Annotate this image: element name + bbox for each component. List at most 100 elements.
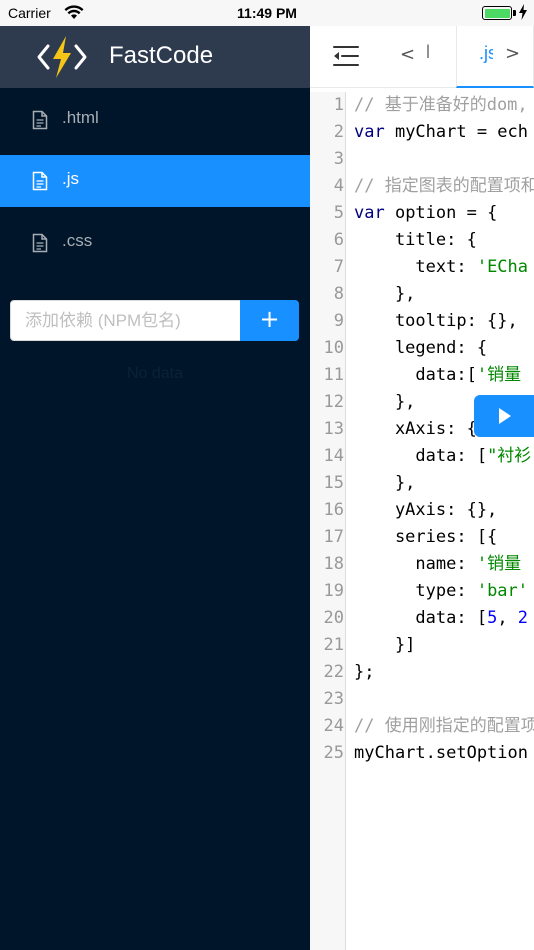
code-text: // 基于准备好的dom,	[354, 92, 528, 119]
code-text: data: ["衬衫	[354, 443, 531, 470]
code-line: 22};	[310, 659, 534, 686]
file-icon	[32, 110, 48, 130]
line-number: 18	[323, 554, 344, 574]
code-token: '销量	[476, 365, 522, 385]
code-line: 10 legend: {	[310, 335, 534, 362]
code-token: 'bar'	[476, 581, 529, 601]
code-token: name:	[354, 554, 477, 574]
code-token: legend: {	[354, 338, 488, 358]
code-token: var	[354, 122, 385, 142]
code-token: var	[354, 203, 385, 223]
code-line: 2 var myChart = ech	[310, 119, 534, 146]
code-line: 3	[310, 146, 534, 173]
file-item-js[interactable]: .js	[0, 155, 310, 207]
code-text: yAxis: {},	[354, 497, 497, 524]
code-text: xAxis: {	[354, 416, 477, 443]
tab-js-label: .js	[479, 43, 493, 63]
code-token: };	[354, 662, 375, 682]
tab-scroll-next-button[interactable]: >	[505, 43, 520, 64]
code-editor[interactable]: 1 // 基于准备好的dom, 2 var myChart = ech 3 4 // 指定图…	[310, 92, 534, 950]
code-text: type: 'bar'	[354, 578, 528, 605]
line-number: 21	[323, 635, 344, 655]
empty-state-text: No data	[126, 365, 184, 382]
code-token: '销量	[476, 554, 522, 574]
code-line: 1 // 基于准备好的dom,	[310, 92, 534, 119]
code-text: var myChart = ech	[354, 119, 528, 146]
code-token: "衬衫	[487, 446, 532, 466]
status-bar: Carrier 11:49 PM	[0, 0, 534, 26]
code-token: // 基于准备好的dom,	[354, 95, 528, 115]
code-line: 9 tooltip: {},	[310, 308, 534, 335]
battery-cap	[513, 10, 516, 16]
code-line: 25 myChart.setOption	[310, 740, 534, 767]
brand-header: FastCode	[0, 26, 310, 88]
code-text: },	[354, 470, 415, 497]
code-token: data:[	[354, 365, 477, 385]
code-token: data: [	[354, 446, 488, 466]
code-text: // 使用刚指定的配置项	[354, 713, 534, 740]
code-token: },	[354, 392, 416, 412]
line-number: 17	[323, 527, 344, 547]
code-line: 6 title: {	[310, 227, 534, 254]
line-number: 1	[333, 95, 344, 115]
code-line: 15 },	[310, 470, 534, 497]
code-token: 2	[517, 608, 529, 628]
code-line: 11 data:['销量	[310, 362, 534, 389]
code-token: type:	[354, 581, 477, 601]
code-text: legend: {	[354, 335, 487, 362]
line-number: 12	[323, 392, 344, 412]
tab-js[interactable]: .js >	[456, 26, 534, 88]
code-line: 14 data: ["衬衫	[310, 443, 534, 470]
code-token: option = {	[384, 203, 498, 223]
file-icon	[32, 233, 48, 253]
line-number: 13	[323, 419, 344, 439]
line-number: 7	[333, 257, 344, 277]
menu-fold-icon[interactable]	[332, 44, 360, 68]
code-token: myChart = ech	[384, 122, 529, 142]
code-token: xAxis: {	[354, 419, 477, 439]
run-button[interactable]	[474, 395, 534, 437]
line-number: 5	[333, 203, 344, 223]
code-line: 21 }]	[310, 632, 534, 659]
code-token: data: [	[354, 608, 488, 628]
file-label: .js	[62, 169, 79, 188]
code-text: // 指定图表的配置项和	[354, 173, 534, 200]
add-dependency-button[interactable]: +	[240, 300, 299, 341]
file-item-html[interactable]: .html	[0, 94, 310, 146]
code-token: // 指定图表的配置项和	[354, 176, 534, 196]
file-label: .html	[62, 108, 99, 127]
code-text: }]	[354, 632, 415, 659]
code-text: data: [5, 2	[354, 605, 528, 632]
code-line: 16 yAxis: {},	[310, 497, 534, 524]
code-text: series: [{	[354, 524, 497, 551]
line-number: 8	[333, 284, 344, 304]
code-text: name: '销量	[354, 551, 521, 578]
line-number: 23	[323, 689, 344, 709]
line-number: 2	[333, 122, 344, 142]
code-token: // 使用刚指定的配置项	[354, 716, 534, 736]
code-text: data:['销量	[354, 362, 521, 389]
line-number: 9	[333, 311, 344, 331]
sidebar: FastCode .html .js .css + No data	[0, 26, 310, 950]
dependency-input[interactable]	[10, 300, 241, 341]
file-item-css[interactable]: .css	[0, 217, 310, 269]
line-number: 14	[323, 446, 344, 466]
code-token: title: {	[354, 230, 477, 250]
code-token: }]	[354, 635, 416, 655]
line-number: 25	[323, 743, 344, 763]
tab-scroll-prev-button[interactable]: <	[400, 44, 415, 65]
code-text: var option = {	[354, 200, 497, 227]
line-number: 16	[323, 500, 344, 520]
code-token: 5	[487, 608, 498, 628]
code-line: 4 // 指定图表的配置项和	[310, 173, 534, 200]
code-line: 23	[310, 686, 534, 713]
file-label: .css	[62, 231, 93, 250]
code-line: 8 },	[310, 281, 534, 308]
code-token: text:	[354, 257, 477, 277]
code-token: tooltip: {},	[354, 311, 518, 331]
code-line: 20 data: [5, 2	[310, 605, 534, 632]
tab-html[interactable]: l	[426, 42, 436, 63]
code-text: },	[354, 281, 415, 308]
battery-level	[484, 8, 510, 18]
code-text: text: 'ECha	[354, 254, 528, 281]
